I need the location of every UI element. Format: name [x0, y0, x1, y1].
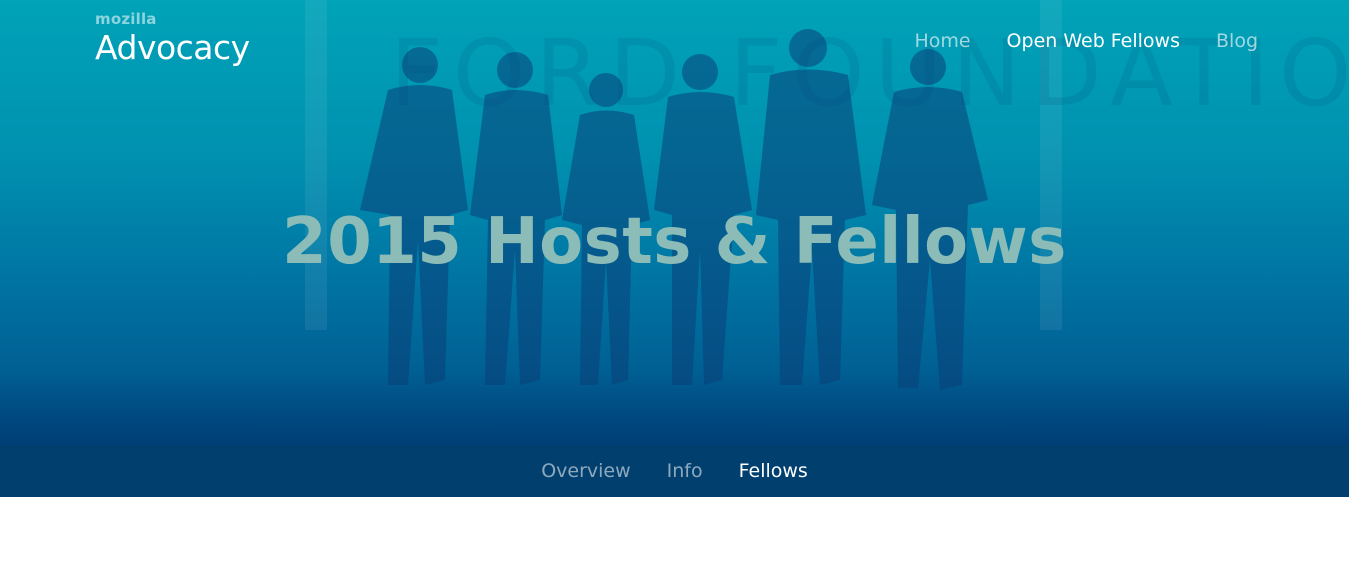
top-nav-open-web-fellows-link[interactable]: Open Web Fellows — [1007, 30, 1180, 52]
top-nav: Home Open Web Fellows Blog — [914, 30, 1258, 52]
section-tabs: Overview Info Fellows — [0, 445, 1349, 497]
top-nav-home-link[interactable]: Home — [914, 30, 970, 52]
logo-brand-name: Advocacy — [95, 28, 250, 67]
hero-banner: FORD FOUNDATION mozilla Advocacy Home Op… — [0, 0, 1349, 445]
tab-overview[interactable]: Overview — [541, 460, 630, 482]
page-title: 2015 Hosts & Fellows — [282, 205, 1067, 279]
tab-info[interactable]: Info — [667, 460, 703, 482]
top-nav-blog-link[interactable]: Blog — [1216, 30, 1258, 52]
tab-fellows[interactable]: Fellows — [739, 460, 808, 482]
logo-brand-small: mozilla — [95, 10, 157, 28]
mozilla-advocacy-logo[interactable]: mozilla Advocacy — [95, 10, 250, 67]
